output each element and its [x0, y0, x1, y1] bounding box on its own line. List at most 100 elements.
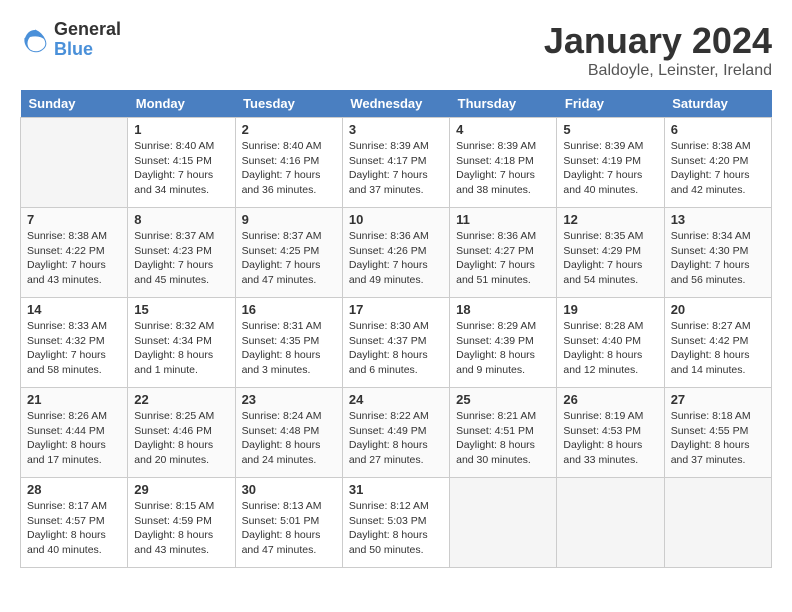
day-info: Sunrise: 8:37 AMSunset: 4:25 PMDaylight:…: [242, 229, 336, 288]
calendar-cell: 31 Sunrise: 8:12 AMSunset: 5:03 PMDayligh…: [342, 478, 449, 568]
logo-blue: Blue: [54, 40, 121, 60]
calendar-cell: 16Sunrise: 8:31 AMSunset: 4:35 PMDayligh…: [235, 298, 342, 388]
calendar-cell: 7 Sunrise: 8:38 AMSunset: 4:22 PMDaylight…: [21, 208, 128, 298]
logo-text: General Blue: [54, 20, 121, 60]
calendar-week-4: 21Sunrise: 8:26 AMSunset: 4:44 PMDayligh…: [21, 388, 772, 478]
calendar-cell: 25 Sunrise: 8:21 AMSunset: 4:51 PMDayligh…: [450, 388, 557, 478]
day-number: 13: [671, 212, 765, 227]
col-tuesday: Tuesday: [235, 90, 342, 118]
day-info: Sunrise: 8:26 AMSunset: 4:44 PMDaylight:…: [27, 409, 121, 468]
calendar-cell: 19 Sunrise: 8:28 AMSunset: 4:40 PMDayligh…: [557, 298, 664, 388]
day-number: 5: [563, 122, 657, 137]
day-info: Sunrise: 8:21 AMSunset: 4:51 PMDaylight:…: [456, 409, 550, 468]
col-wednesday: Wednesday: [342, 90, 449, 118]
day-info: Sunrise: 8:33 AMSunset: 4:32 PMDaylight:…: [27, 319, 121, 378]
day-number: 11: [456, 212, 550, 227]
calendar-cell: 24Sunrise: 8:22 AMSunset: 4:49 PMDayligh…: [342, 388, 449, 478]
calendar-cell: 20 Sunrise: 8:27 AMSunset: 4:42 PMDayligh…: [664, 298, 771, 388]
col-monday: Monday: [128, 90, 235, 118]
title-block: January 2024 Baldoyle, Leinster, Ireland: [544, 20, 772, 80]
header-row: Sunday Monday Tuesday Wednesday Thursday…: [21, 90, 772, 118]
calendar-cell: [664, 478, 771, 568]
calendar-title: January 2024: [544, 20, 772, 62]
day-number: 31: [349, 482, 443, 497]
day-number: 25: [456, 392, 550, 407]
day-info: Sunrise: 8:39 AMSunset: 4:19 PMDaylight:…: [563, 139, 657, 198]
day-number: 6: [671, 122, 765, 137]
day-info: Sunrise: 8:37 AMSunset: 4:23 PMDaylight:…: [134, 229, 228, 288]
day-info: Sunrise: 8:27 AMSunset: 4:42 PMDaylight:…: [671, 319, 765, 378]
day-info: Sunrise: 8:38 AMSunset: 4:20 PMDaylight:…: [671, 139, 765, 198]
calendar-cell: 17 Sunrise: 8:30 AMSunset: 4:37 PMDayligh…: [342, 298, 449, 388]
day-number: 4: [456, 122, 550, 137]
day-info: Sunrise: 8:22 AMSunset: 4:49 PMDaylight:…: [349, 409, 443, 468]
day-info: Sunrise: 8:39 AMSunset: 4:17 PMDaylight:…: [349, 139, 443, 198]
day-number: 30: [242, 482, 336, 497]
calendar-week-5: 28 Sunrise: 8:17 AMSunset: 4:57 PMDayligh…: [21, 478, 772, 568]
day-number: 20: [671, 302, 765, 317]
calendar-cell: 3 Sunrise: 8:39 AMSunset: 4:17 PMDaylight…: [342, 118, 449, 208]
calendar-cell: 23 Sunrise: 8:24 AMSunset: 4:48 PMDayligh…: [235, 388, 342, 478]
day-info: Sunrise: 8:29 AMSunset: 4:39 PMDaylight:…: [456, 319, 550, 378]
logo: General Blue: [20, 20, 121, 60]
day-number: 16: [242, 302, 336, 317]
day-number: 28: [27, 482, 121, 497]
day-info: Sunrise: 8:28 AMSunset: 4:40 PMDaylight:…: [563, 319, 657, 378]
day-number: 27: [671, 392, 765, 407]
day-info: Sunrise: 8:30 AMSunset: 4:37 PMDaylight:…: [349, 319, 443, 378]
day-info: Sunrise: 8:40 AMSunset: 4:15 PMDaylight:…: [134, 139, 228, 198]
calendar-cell: 12 Sunrise: 8:35 AMSunset: 4:29 PMDayligh…: [557, 208, 664, 298]
day-number: 18: [456, 302, 550, 317]
calendar-week-1: 1 Sunrise: 8:40 AMSunset: 4:15 PMDaylight…: [21, 118, 772, 208]
day-info: Sunrise: 8:38 AMSunset: 4:22 PMDaylight:…: [27, 229, 121, 288]
day-number: 1: [134, 122, 228, 137]
day-number: 23: [242, 392, 336, 407]
calendar-table: Sunday Monday Tuesday Wednesday Thursday…: [20, 90, 772, 568]
calendar-week-3: 14 Sunrise: 8:33 AMSunset: 4:32 PMDayligh…: [21, 298, 772, 388]
calendar-cell: [21, 118, 128, 208]
day-number: 26: [563, 392, 657, 407]
day-number: 8: [134, 212, 228, 227]
day-number: 14: [27, 302, 121, 317]
day-info: Sunrise: 8:12 AMSunset: 5:03 PMDaylight:…: [349, 499, 443, 558]
day-info: Sunrise: 8:36 AMSunset: 4:26 PMDaylight:…: [349, 229, 443, 288]
calendar-cell: 2 Sunrise: 8:40 AMSunset: 4:16 PMDaylight…: [235, 118, 342, 208]
day-info: Sunrise: 8:35 AMSunset: 4:29 PMDaylight:…: [563, 229, 657, 288]
logo-icon: [20, 25, 50, 55]
day-number: 17: [349, 302, 443, 317]
day-info: Sunrise: 8:25 AMSunset: 4:46 PMDaylight:…: [134, 409, 228, 468]
calendar-subtitle: Baldoyle, Leinster, Ireland: [544, 62, 772, 80]
col-saturday: Saturday: [664, 90, 771, 118]
calendar-cell: 29Sunrise: 8:15 AMSunset: 4:59 PMDayligh…: [128, 478, 235, 568]
page-header: General Blue January 2024 Baldoyle, Lein…: [20, 20, 772, 80]
day-info: Sunrise: 8:36 AMSunset: 4:27 PMDaylight:…: [456, 229, 550, 288]
calendar-cell: 22 Sunrise: 8:25 AMSunset: 4:46 PMDayligh…: [128, 388, 235, 478]
calendar-cell: 10Sunrise: 8:36 AMSunset: 4:26 PMDayligh…: [342, 208, 449, 298]
day-info: Sunrise: 8:15 AMSunset: 4:59 PMDaylight:…: [134, 499, 228, 558]
col-thursday: Thursday: [450, 90, 557, 118]
day-info: Sunrise: 8:32 AMSunset: 4:34 PMDaylight:…: [134, 319, 228, 378]
calendar-cell: 14 Sunrise: 8:33 AMSunset: 4:32 PMDayligh…: [21, 298, 128, 388]
day-number: 12: [563, 212, 657, 227]
day-info: Sunrise: 8:17 AMSunset: 4:57 PMDaylight:…: [27, 499, 121, 558]
calendar-cell: 18 Sunrise: 8:29 AMSunset: 4:39 PMDayligh…: [450, 298, 557, 388]
day-number: 3: [349, 122, 443, 137]
calendar-cell: 30Sunrise: 8:13 AMSunset: 5:01 PMDayligh…: [235, 478, 342, 568]
calendar-week-2: 7 Sunrise: 8:38 AMSunset: 4:22 PMDaylight…: [21, 208, 772, 298]
col-sunday: Sunday: [21, 90, 128, 118]
day-number: 7: [27, 212, 121, 227]
calendar-cell: [450, 478, 557, 568]
calendar-cell: 5 Sunrise: 8:39 AMSunset: 4:19 PMDaylight…: [557, 118, 664, 208]
calendar-cell: 9 Sunrise: 8:37 AMSunset: 4:25 PMDaylight…: [235, 208, 342, 298]
day-info: Sunrise: 8:18 AMSunset: 4:55 PMDaylight:…: [671, 409, 765, 468]
day-number: 19: [563, 302, 657, 317]
day-info: Sunrise: 8:40 AMSunset: 4:16 PMDaylight:…: [242, 139, 336, 198]
day-number: 2: [242, 122, 336, 137]
day-number: 9: [242, 212, 336, 227]
calendar-cell: [557, 478, 664, 568]
calendar-cell: 15 Sunrise: 8:32 AMSunset: 4:34 PMDayligh…: [128, 298, 235, 388]
calendar-cell: 4Sunrise: 8:39 AMSunset: 4:18 PMDaylight…: [450, 118, 557, 208]
day-number: 15: [134, 302, 228, 317]
day-number: 22: [134, 392, 228, 407]
day-info: Sunrise: 8:24 AMSunset: 4:48 PMDaylight:…: [242, 409, 336, 468]
